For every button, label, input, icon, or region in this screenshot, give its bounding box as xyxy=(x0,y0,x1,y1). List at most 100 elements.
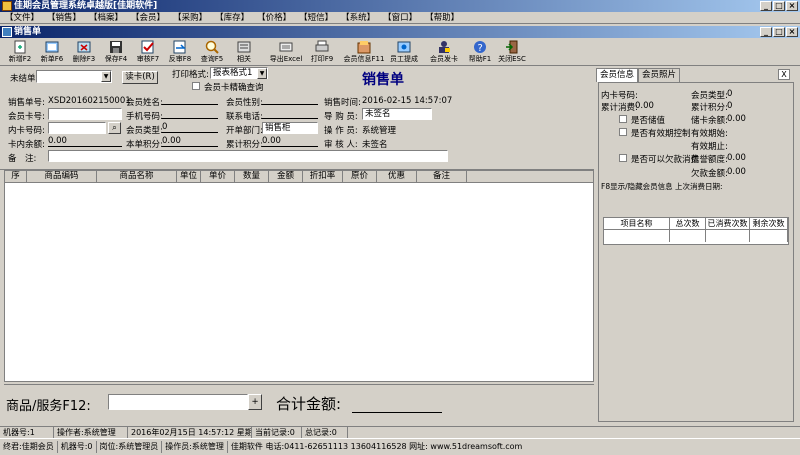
audit-button[interactable]: 审核F7 xyxy=(132,38,164,66)
valid-to-label: 有效期止: xyxy=(691,142,728,152)
menu-purchase[interactable]: 【采购】 xyxy=(170,12,210,24)
col-seq[interactable]: 序 xyxy=(5,171,27,182)
auditor-label: 审 核 人: xyxy=(324,140,358,150)
debt-checkbox[interactable] xyxy=(619,154,627,162)
product-input[interactable] xyxy=(108,394,248,410)
menu-window[interactable]: 【窗口】 xyxy=(380,12,420,24)
card-balance-value: 0.00 xyxy=(48,136,122,147)
status-machine: 机器号:1 xyxy=(0,427,54,438)
child-restore-button[interactable]: □ xyxy=(773,27,785,37)
member-name-label: 会员姓名: xyxy=(126,98,163,108)
status-current-record: 当前记录:0 xyxy=(252,427,302,438)
operator-value: 系统管理 xyxy=(362,126,397,136)
col-unit[interactable]: 单位 xyxy=(177,171,201,182)
col-price[interactable]: 单价 xyxy=(201,171,235,182)
status-select[interactable]: ▼ xyxy=(36,70,112,83)
tab-member-info[interactable]: 会员信息 xyxy=(596,68,639,82)
help-icon: ? xyxy=(472,39,488,55)
col-qty[interactable]: 数量 xyxy=(235,171,269,182)
add-product-button[interactable]: + xyxy=(248,394,262,410)
print-icon xyxy=(314,39,330,55)
child-window-title: 销售单 xyxy=(14,27,42,37)
commission-button[interactable]: 员工提成 xyxy=(384,38,424,66)
menu-sms[interactable]: 【短信】 xyxy=(296,12,336,24)
document-icon xyxy=(2,27,12,37)
col-name[interactable]: 商品名称 xyxy=(97,171,177,182)
close-esc-button[interactable]: 关闭ESC xyxy=(496,38,528,66)
col-amount[interactable]: 金额 xyxy=(269,171,303,182)
dept-field[interactable]: 销售柜 xyxy=(262,122,318,134)
print-format-label: 打印格式: xyxy=(172,70,209,80)
status-datetime: 2016年02月15日 14:57:12 星期一 xyxy=(128,427,252,438)
menu-help[interactable]: 【帮助】 xyxy=(422,12,462,24)
maximize-button[interactable]: □ xyxy=(773,1,785,11)
sales-grid[interactable]: 序 商品编码 商品名称 单位 单价 数量 金额 折扣率 原价 优惠 备注 xyxy=(4,170,594,382)
save-button[interactable]: 保存F4 xyxy=(100,38,132,66)
side-member-type-label: 会员类型: xyxy=(691,91,728,101)
remark-input[interactable] xyxy=(48,150,448,162)
col-promotion[interactable]: 优惠 xyxy=(377,171,417,182)
card-lookup-button[interactable]: ⌕ xyxy=(108,122,121,134)
debt-amount-value: 0.00 xyxy=(727,167,746,177)
new-button[interactable]: 新增F2 xyxy=(4,38,36,66)
col-remaining-count: 剩余次数 xyxy=(750,218,788,229)
col-code[interactable]: 商品编码 xyxy=(27,171,97,182)
col-remark[interactable]: 备注 xyxy=(417,171,467,182)
search-button[interactable]: 查询F5 xyxy=(196,38,228,66)
col-discount[interactable]: 折扣率 xyxy=(303,171,343,182)
read-card-button[interactable]: 读卡(R) xyxy=(122,71,158,84)
menu-inventory[interactable]: 【库存】 xyxy=(212,12,252,24)
search-icon xyxy=(204,39,220,55)
card-no-input[interactable] xyxy=(48,108,122,120)
card-issue-button[interactable]: 会员发卡 xyxy=(424,38,464,66)
col-original-price[interactable]: 原价 xyxy=(343,171,377,182)
export-icon xyxy=(278,39,294,55)
menu-system[interactable]: 【系统】 xyxy=(338,12,378,24)
footer-operator: 操作员:系统管理 xyxy=(162,441,228,453)
side-total-spend-label: 累计消费: xyxy=(601,103,638,113)
print-format-value: 报表格式1 xyxy=(213,68,253,78)
close-panel-button[interactable]: X xyxy=(778,69,790,80)
menu-sales[interactable]: 【销售】 xyxy=(44,12,84,24)
stored-balance-label: 储卡余额: xyxy=(691,116,728,126)
sale-time-label: 销售时间: xyxy=(324,98,361,108)
commission-icon xyxy=(396,39,412,55)
total-points-value: 0.00 xyxy=(262,136,318,147)
save-icon xyxy=(108,39,124,55)
operator-label: 操 作 员: xyxy=(324,126,358,136)
menu-archive[interactable]: 【档案】 xyxy=(86,12,126,24)
minimize-button[interactable]: _ xyxy=(760,1,772,11)
delete-button[interactable]: 删除F3 xyxy=(68,38,100,66)
menu-price[interactable]: 【价格】 xyxy=(254,12,294,24)
related-button[interactable]: 相关 xyxy=(228,38,260,66)
unaudit-button[interactable]: 反审F8 xyxy=(164,38,196,66)
validity-checkbox[interactable] xyxy=(619,128,627,136)
menu-member[interactable]: 【会员】 xyxy=(128,12,168,24)
valid-from-label: 有效期始: xyxy=(691,129,728,139)
menu-file[interactable]: 【文件】 xyxy=(2,12,42,24)
service-count-table[interactable]: 项目名称 总次数 已消费次数 剩余次数 xyxy=(603,217,789,245)
table-row[interactable] xyxy=(604,230,788,242)
tab-member-photo[interactable]: 会员照片 xyxy=(638,68,681,82)
auditor-value: 未签名 xyxy=(362,140,388,150)
card-balance-label: 卡内余额: xyxy=(8,140,45,150)
help-button[interactable]: ? 帮助F1 xyxy=(464,38,496,66)
export-excel-button[interactable]: 导出Excel xyxy=(266,38,306,66)
total-amount-value xyxy=(352,395,442,413)
print-format-select[interactable]: 报表格式1 ▼ xyxy=(210,67,268,79)
precise-query-checkbox[interactable] xyxy=(192,82,200,90)
member-info-button[interactable]: 会员信息F11 xyxy=(344,38,384,66)
member-name-value xyxy=(162,94,218,105)
credit-value: 0.00 xyxy=(727,153,746,163)
new-order-button[interactable]: 新单F6 xyxy=(36,38,68,66)
inner-card-input[interactable] xyxy=(48,122,106,134)
contact-label: 联系电话: xyxy=(226,112,263,122)
chevron-down-icon: ▼ xyxy=(257,68,267,79)
child-minimize-button[interactable]: _ xyxy=(760,27,772,37)
stored-value-checkbox[interactable] xyxy=(619,115,627,123)
guide-field[interactable]: 未签名 xyxy=(362,108,432,120)
close-window-button[interactable]: × xyxy=(786,1,798,11)
print-button[interactable]: 打印F9 xyxy=(306,38,338,66)
stored-value-label: 是否储值 xyxy=(631,116,666,126)
child-close-button[interactable]: × xyxy=(786,27,798,37)
